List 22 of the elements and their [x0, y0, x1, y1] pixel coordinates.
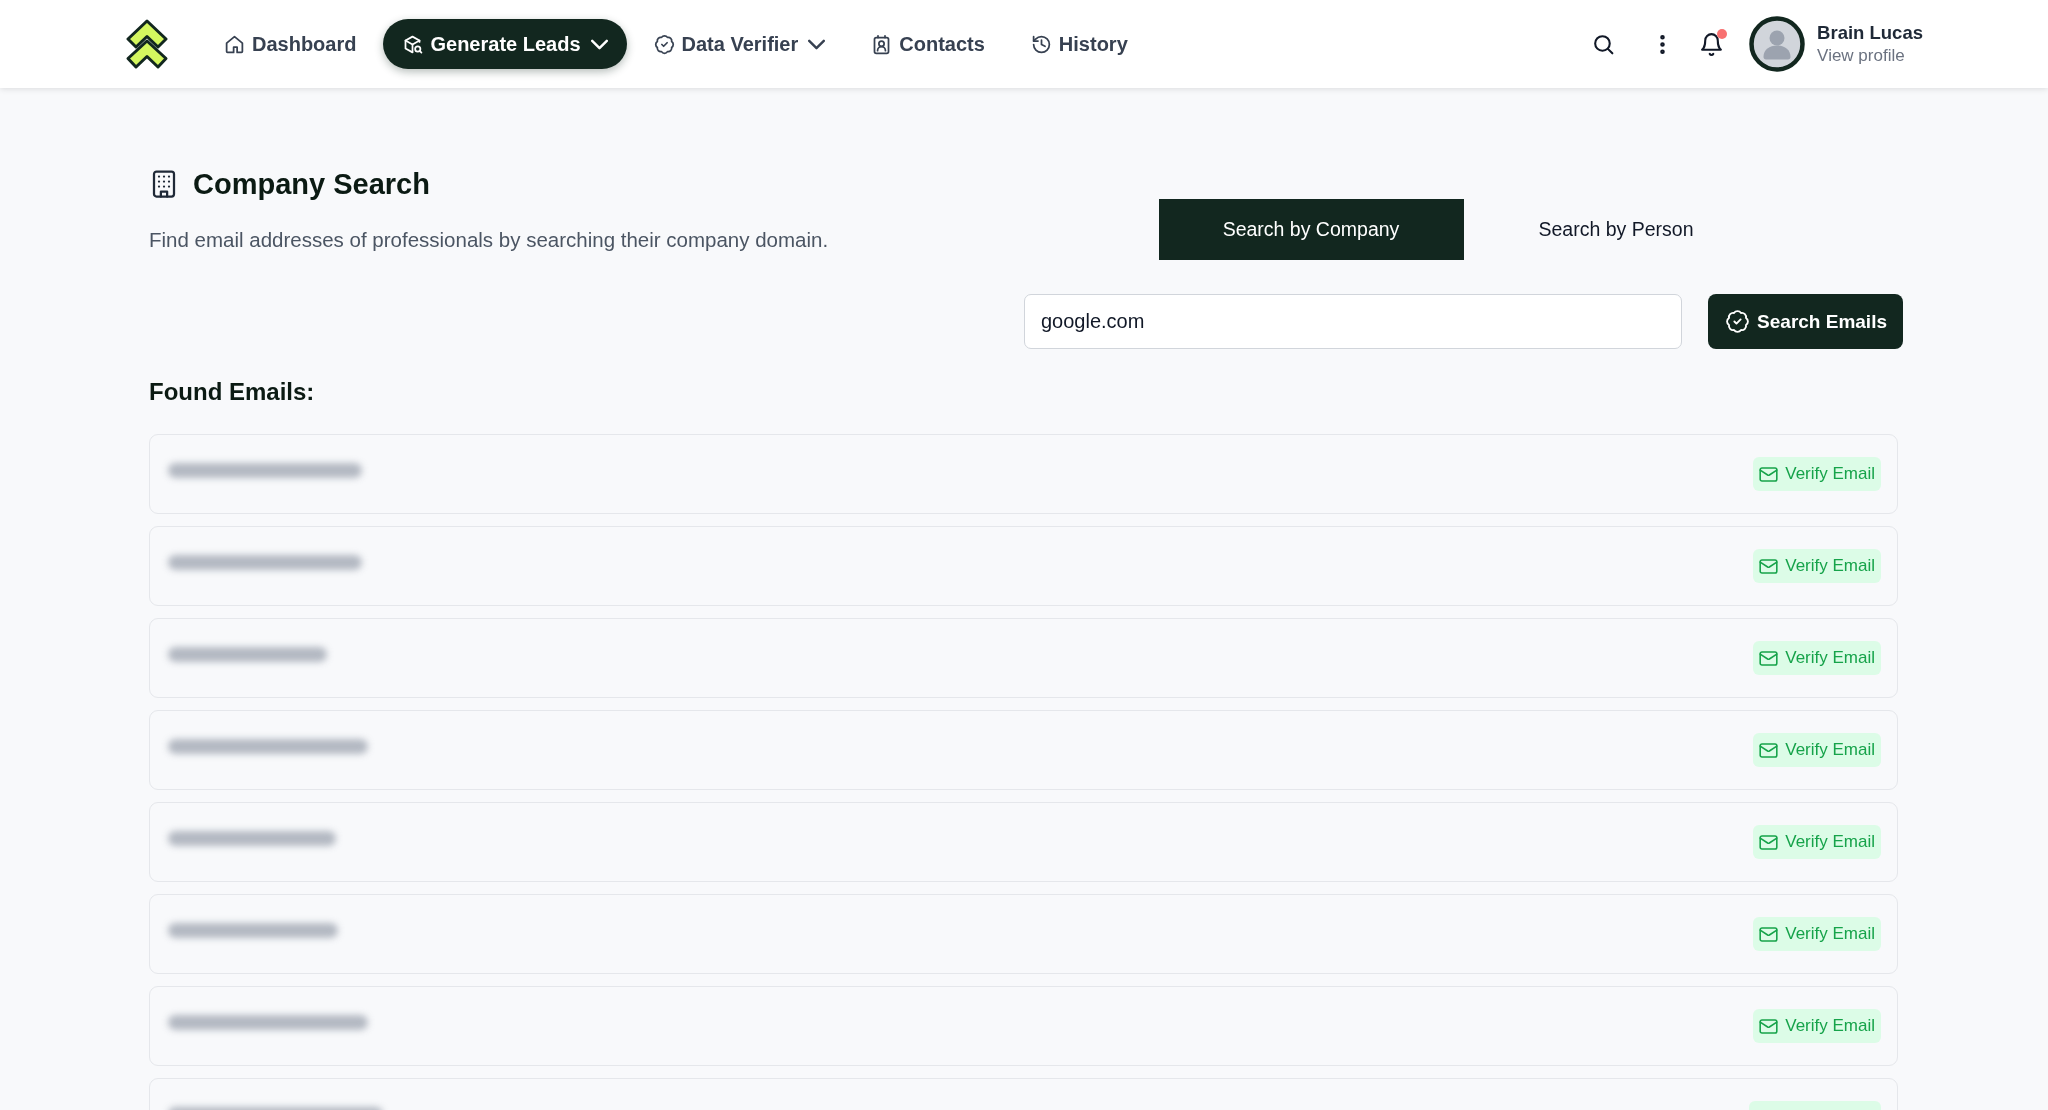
- nav-link[interactable]: Dashboard: [205, 19, 376, 69]
- results-heading: Found Emails:: [149, 377, 316, 407]
- user-name: Brain Lucas: [1817, 22, 1923, 44]
- nav-link[interactable]: Generate Leads: [383, 19, 627, 69]
- package-search-icon: [402, 33, 424, 55]
- user-avatar-icon[interactable]: [1749, 16, 1806, 72]
- nav-link[interactable]: History: [1011, 19, 1147, 69]
- domain-input-field[interactable]: google.com: [1024, 294, 1683, 349]
- page-title: Company Search: [193, 167, 430, 201]
- badge-check-icon: [653, 33, 675, 55]
- search-mode-tab[interactable]: Search by Person: [1463, 199, 1769, 260]
- badge-check-icon: [1725, 309, 1751, 334]
- search-emails-button[interactable]: Search Emails: [1708, 294, 1903, 349]
- nav-link[interactable]: Contacts: [852, 19, 1004, 69]
- view-profile-link[interactable]: View profile: [1817, 46, 1923, 66]
- nav-link[interactable]: Data Verifier: [634, 19, 845, 69]
- page-description: Find email addresses of professionals by searching their company domain.: [149, 227, 829, 253]
- history-icon: [1030, 33, 1052, 55]
- search-mode-tab[interactable]: Search by Company: [1158, 199, 1464, 260]
- logo-icon[interactable]: [125, 18, 169, 70]
- bell-icon[interactable]: [1698, 31, 1724, 57]
- home-icon: [224, 33, 245, 55]
